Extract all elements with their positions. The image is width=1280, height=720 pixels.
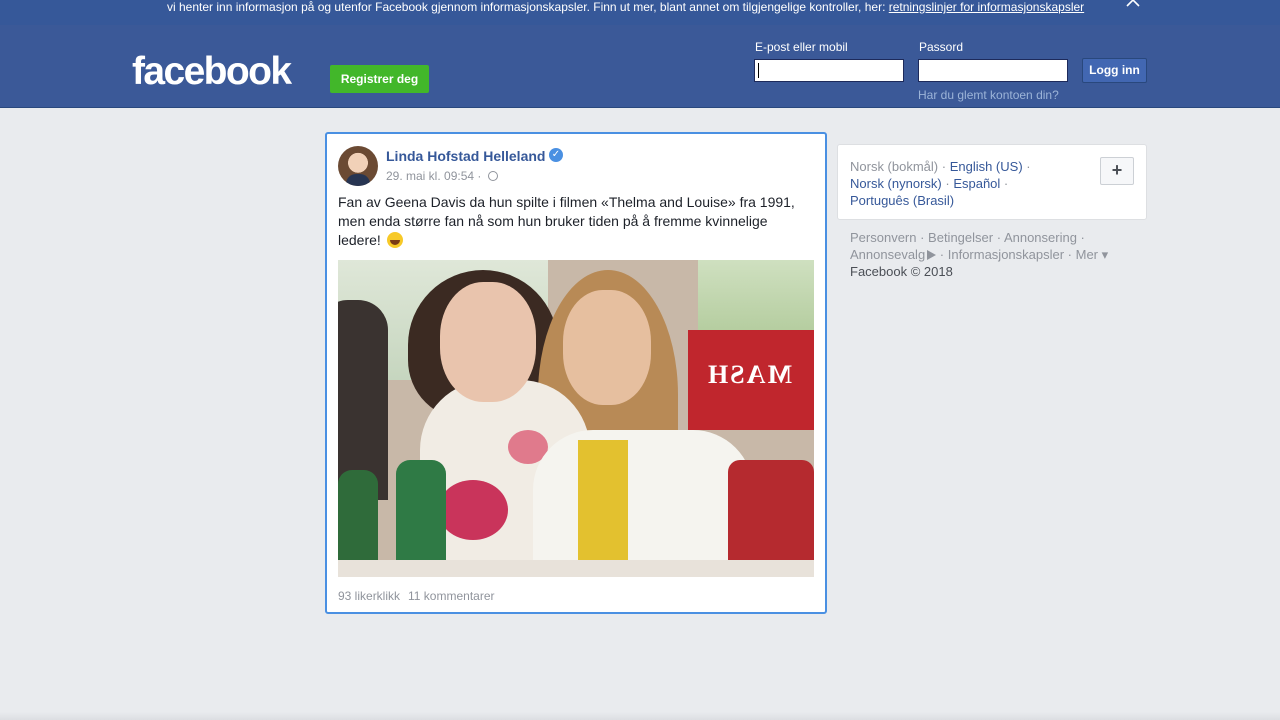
footer-link-adchoices[interactable]: Annonsevalg bbox=[850, 247, 925, 262]
photo-flower-print bbox=[438, 480, 508, 540]
login-button[interactable]: Logg inn bbox=[1082, 58, 1147, 83]
footer-link-privacy[interactable]: Personvern bbox=[850, 230, 916, 245]
post-body: Fan av Geena Davis da hun spilte i filme… bbox=[338, 194, 795, 248]
cookie-policy-link[interactable]: retningslinjer for informasjonskapsler bbox=[889, 0, 1084, 14]
copyright: Facebook © 2018 bbox=[850, 264, 953, 279]
close-icon[interactable] bbox=[1124, 0, 1142, 10]
current-language: Norsk (bokmål) bbox=[850, 159, 939, 174]
text-cursor bbox=[758, 63, 759, 78]
cookie-banner-text: vi henter inn informasjon på og utenfor … bbox=[167, 0, 1084, 14]
email-field[interactable] bbox=[754, 59, 904, 82]
photo-table bbox=[338, 560, 814, 577]
register-button[interactable]: Registrer deg bbox=[330, 65, 429, 93]
cookie-banner-message: vi henter inn informasjon på og utenfor … bbox=[167, 0, 889, 14]
footer-link-advertising[interactable]: Annonsering bbox=[1004, 230, 1077, 245]
post-stats: 93 likerklikk 11 kommentarer bbox=[338, 589, 495, 603]
password-label: Passord bbox=[919, 40, 964, 54]
photo-woman-right-face bbox=[563, 290, 651, 405]
language-option[interactable]: Português (Brasil) bbox=[850, 193, 954, 208]
forgot-account-link[interactable]: Har du glemt kontoen din? bbox=[918, 88, 1059, 102]
bottom-shadow bbox=[0, 712, 1280, 720]
cookie-banner: vi henter inn informasjon på og utenfor … bbox=[0, 0, 1280, 25]
likes-count[interactable]: 93 likerklikk bbox=[338, 589, 400, 603]
language-option[interactable]: English (US) bbox=[950, 159, 1023, 174]
post-text: Fan av Geena Davis da hun spilte i filme… bbox=[338, 193, 808, 250]
post-meta: 29. mai kl. 09:54 · bbox=[386, 169, 498, 183]
verified-badge-icon: ✓ bbox=[549, 148, 563, 162]
globe-icon bbox=[487, 171, 498, 181]
password-field[interactable] bbox=[918, 59, 1068, 82]
photo-woman-right-top bbox=[578, 440, 628, 577]
email-label: E-post eller mobil bbox=[755, 40, 848, 54]
post-timestamp[interactable]: 29. mai kl. 09:54 bbox=[386, 169, 474, 183]
adchoices-icon bbox=[927, 250, 937, 260]
language-option[interactable]: Español bbox=[953, 176, 1000, 191]
footer-links: Personvern · Betingelser · Annonsering ·… bbox=[850, 230, 1109, 279]
post-author[interactable]: Linda Hofstad Helleland bbox=[386, 148, 545, 164]
footer-link-terms[interactable]: Betingelser bbox=[928, 230, 993, 245]
footer-link-more[interactable]: Mer bbox=[1076, 247, 1098, 262]
photo-woman-right-jacket bbox=[533, 430, 753, 577]
language-selector: Norsk (bokmål) · English (US) · Norsk (n… bbox=[837, 144, 1147, 220]
language-list: Norsk (bokmål) · English (US) · Norsk (n… bbox=[850, 159, 1031, 208]
top-header: facebook Registrer deg E-post eller mobi… bbox=[0, 25, 1280, 108]
language-option[interactable]: Norsk (nynorsk) bbox=[850, 176, 942, 191]
photo-woman-left-face bbox=[440, 282, 536, 402]
post-photo[interactable]: MASH bbox=[338, 260, 814, 577]
comments-count[interactable]: 11 kommentarer bbox=[408, 589, 494, 603]
avatar[interactable] bbox=[338, 146, 378, 186]
post-card: Linda Hofstad Helleland ✓ 29. mai kl. 09… bbox=[325, 132, 827, 614]
photo-sign: MASH bbox=[706, 360, 792, 389]
plus-icon[interactable]: + bbox=[1100, 157, 1134, 185]
footer-link-cookies[interactable]: Informasjonskapsler bbox=[948, 247, 1064, 262]
laughing-emoji-icon bbox=[386, 232, 403, 248]
facebook-logo[interactable]: facebook bbox=[132, 52, 292, 92]
meta-separator: · bbox=[474, 169, 485, 183]
